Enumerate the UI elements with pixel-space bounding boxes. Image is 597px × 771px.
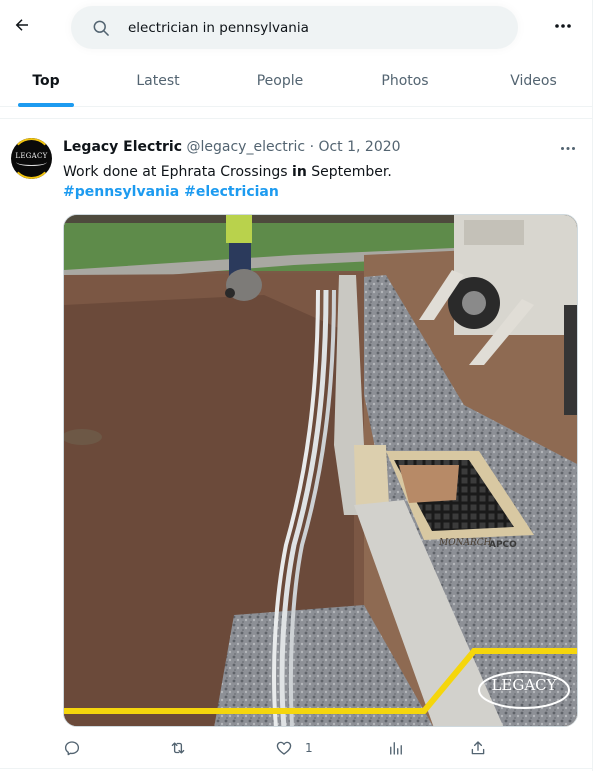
watermark-logo-text: LEGACY bbox=[491, 676, 557, 694]
tab-label: People bbox=[256, 72, 304, 89]
tab-label: Photos bbox=[381, 72, 429, 89]
more-horizontal-icon bbox=[561, 146, 575, 150]
tweet-photo[interactable]: LEGACY MONARCH APCO bbox=[63, 214, 578, 727]
avatar-logo-swoosh bbox=[16, 158, 47, 166]
tweet-text: Work done at Ephrata Crossings in Septem… bbox=[63, 162, 392, 182]
author-handle[interactable]: @legacy_electric bbox=[187, 139, 306, 155]
heart-icon bbox=[276, 741, 292, 755]
tweet-hashtags: #pennsylvania #electrician bbox=[63, 182, 279, 202]
arrow-left-icon bbox=[15, 19, 28, 31]
construction-site-photo: LEGACY MONARCH APCO bbox=[64, 215, 577, 726]
tweet-header: Legacy Electric @legacy_electric · Oct 1… bbox=[63, 139, 401, 155]
tweet-text-highlight: in bbox=[292, 164, 307, 180]
tweet-timestamp[interactable]: Oct 1, 2020 bbox=[318, 139, 400, 155]
views-icon bbox=[390, 742, 402, 755]
avatar[interactable]: LEGACY bbox=[11, 138, 52, 179]
tab-label: Latest bbox=[136, 72, 180, 89]
separator-dot: · bbox=[309, 139, 315, 155]
share-button[interactable] bbox=[469, 736, 499, 760]
tweet-text-part: Work done at Ephrata Crossings bbox=[63, 164, 293, 180]
back-button[interactable] bbox=[8, 11, 36, 39]
grate-label-monarch: MONARCH bbox=[438, 538, 492, 548]
like-count: 1 bbox=[305, 741, 313, 755]
tab-people[interactable]: People bbox=[224, 54, 336, 107]
grate-label-apco: APCO bbox=[489, 540, 517, 550]
search-icon bbox=[93, 20, 109, 36]
search-results-page: Top Latest People Photos Videos LEGACY L… bbox=[0, 0, 593, 771]
reply-icon bbox=[64, 741, 80, 756]
views-button[interactable] bbox=[387, 736, 417, 760]
tab-photos[interactable]: Photos bbox=[336, 54, 474, 107]
search-header bbox=[0, 0, 593, 54]
tab-top[interactable]: Top bbox=[0, 54, 92, 107]
tweet-text-part: September. bbox=[306, 164, 392, 180]
tab-label: Videos bbox=[510, 72, 557, 89]
reply-button[interactable] bbox=[63, 736, 93, 760]
tab-latest[interactable]: Latest bbox=[92, 54, 224, 107]
search-input[interactable] bbox=[128, 6, 498, 49]
tab-videos[interactable]: Videos bbox=[474, 54, 593, 107]
retweet-button[interactable] bbox=[169, 736, 199, 760]
tweet-actions: 1 bbox=[55, 736, 525, 760]
like-button[interactable]: 1 bbox=[275, 736, 313, 760]
search-box[interactable] bbox=[71, 6, 518, 49]
tab-label: Top bbox=[32, 72, 60, 89]
retweet-icon bbox=[171, 742, 185, 754]
active-tab-indicator bbox=[18, 103, 74, 107]
hashtag-link[interactable]: #electrician bbox=[184, 184, 279, 200]
author-name[interactable]: Legacy Electric bbox=[63, 139, 182, 155]
hashtag-link[interactable]: #pennsylvania bbox=[63, 184, 179, 200]
search-tabs: Top Latest People Photos Videos bbox=[0, 54, 593, 107]
tweet[interactable]: LEGACY Legacy Electric @legacy_electric … bbox=[0, 118, 593, 769]
share-icon bbox=[471, 741, 485, 755]
more-horizontal-icon bbox=[555, 24, 571, 28]
tweet-more-button[interactable] bbox=[557, 139, 579, 157]
more-button[interactable] bbox=[551, 14, 575, 38]
